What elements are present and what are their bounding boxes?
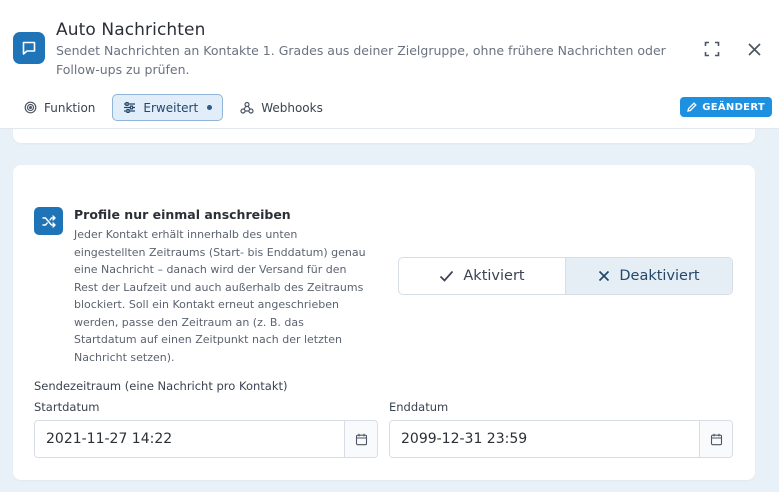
start-date-input[interactable] [35,421,344,457]
modal-subtitle: Sendet Nachrichten an Kontakte 1. Grades… [56,43,666,77]
start-date-picker-button[interactable] [344,421,377,457]
shuffle-icon [34,207,63,235]
modal-header: Auto Nachrichten Sendet Nachrichten an K… [0,0,779,129]
end-date-input[interactable] [390,421,699,457]
settings-card: Profile nur einmal anschreiben Jeder Kon… [13,165,755,480]
tab-bar: Funktion Erweitert Webhooks [13,94,334,121]
end-date-field [389,420,733,458]
x-icon [599,270,610,282]
close-button[interactable] [743,38,765,60]
start-date-field [34,420,378,458]
once-toggle: Aktiviert Deaktiviert [398,257,733,295]
calendar-icon [710,433,722,445]
message-square-icon [13,32,45,64]
webhook-icon [240,101,254,114]
tab-label: Erweitert [143,100,199,115]
end-date-picker-button[interactable] [699,421,732,457]
toggle-deactivated[interactable]: Deaktiviert [565,258,732,294]
maximize-icon [704,41,720,57]
status-badge-label: GEÄNDERT [702,101,765,113]
close-icon [747,42,761,56]
tab-erweitert[interactable]: Erweitert [112,94,224,121]
modal-title: Auto Nachrichten [56,20,206,40]
toggle-label: Aktiviert [463,268,525,284]
toggle-label: Deaktiviert [619,268,700,284]
tab-funktion[interactable]: Funktion [13,94,106,121]
section-title: Profile nur einmal anschreiben [74,207,291,222]
tab-webhooks[interactable]: Webhooks [229,94,334,121]
period-label: Sendezeitraum (eine Nachricht pro Kontak… [34,379,288,393]
calendar-icon [355,433,367,445]
status-badge: GEÄNDERT [680,97,772,117]
check-icon [440,270,454,282]
tab-label: Webhooks [261,100,323,115]
tab-label: Funktion [44,100,96,115]
start-date-label: Startdatum [34,400,100,414]
previous-section-card [13,129,755,143]
pencil-icon [687,102,697,112]
target-icon [24,101,37,114]
unsaved-dot [207,105,213,110]
section-description: Jeder Kontakt erhält innerhalb des unten… [74,228,366,364]
expand-button[interactable] [701,38,723,60]
sliders-icon [124,102,136,114]
end-date-label: Enddatum [389,400,449,414]
toggle-activated[interactable]: Aktiviert [399,258,565,294]
